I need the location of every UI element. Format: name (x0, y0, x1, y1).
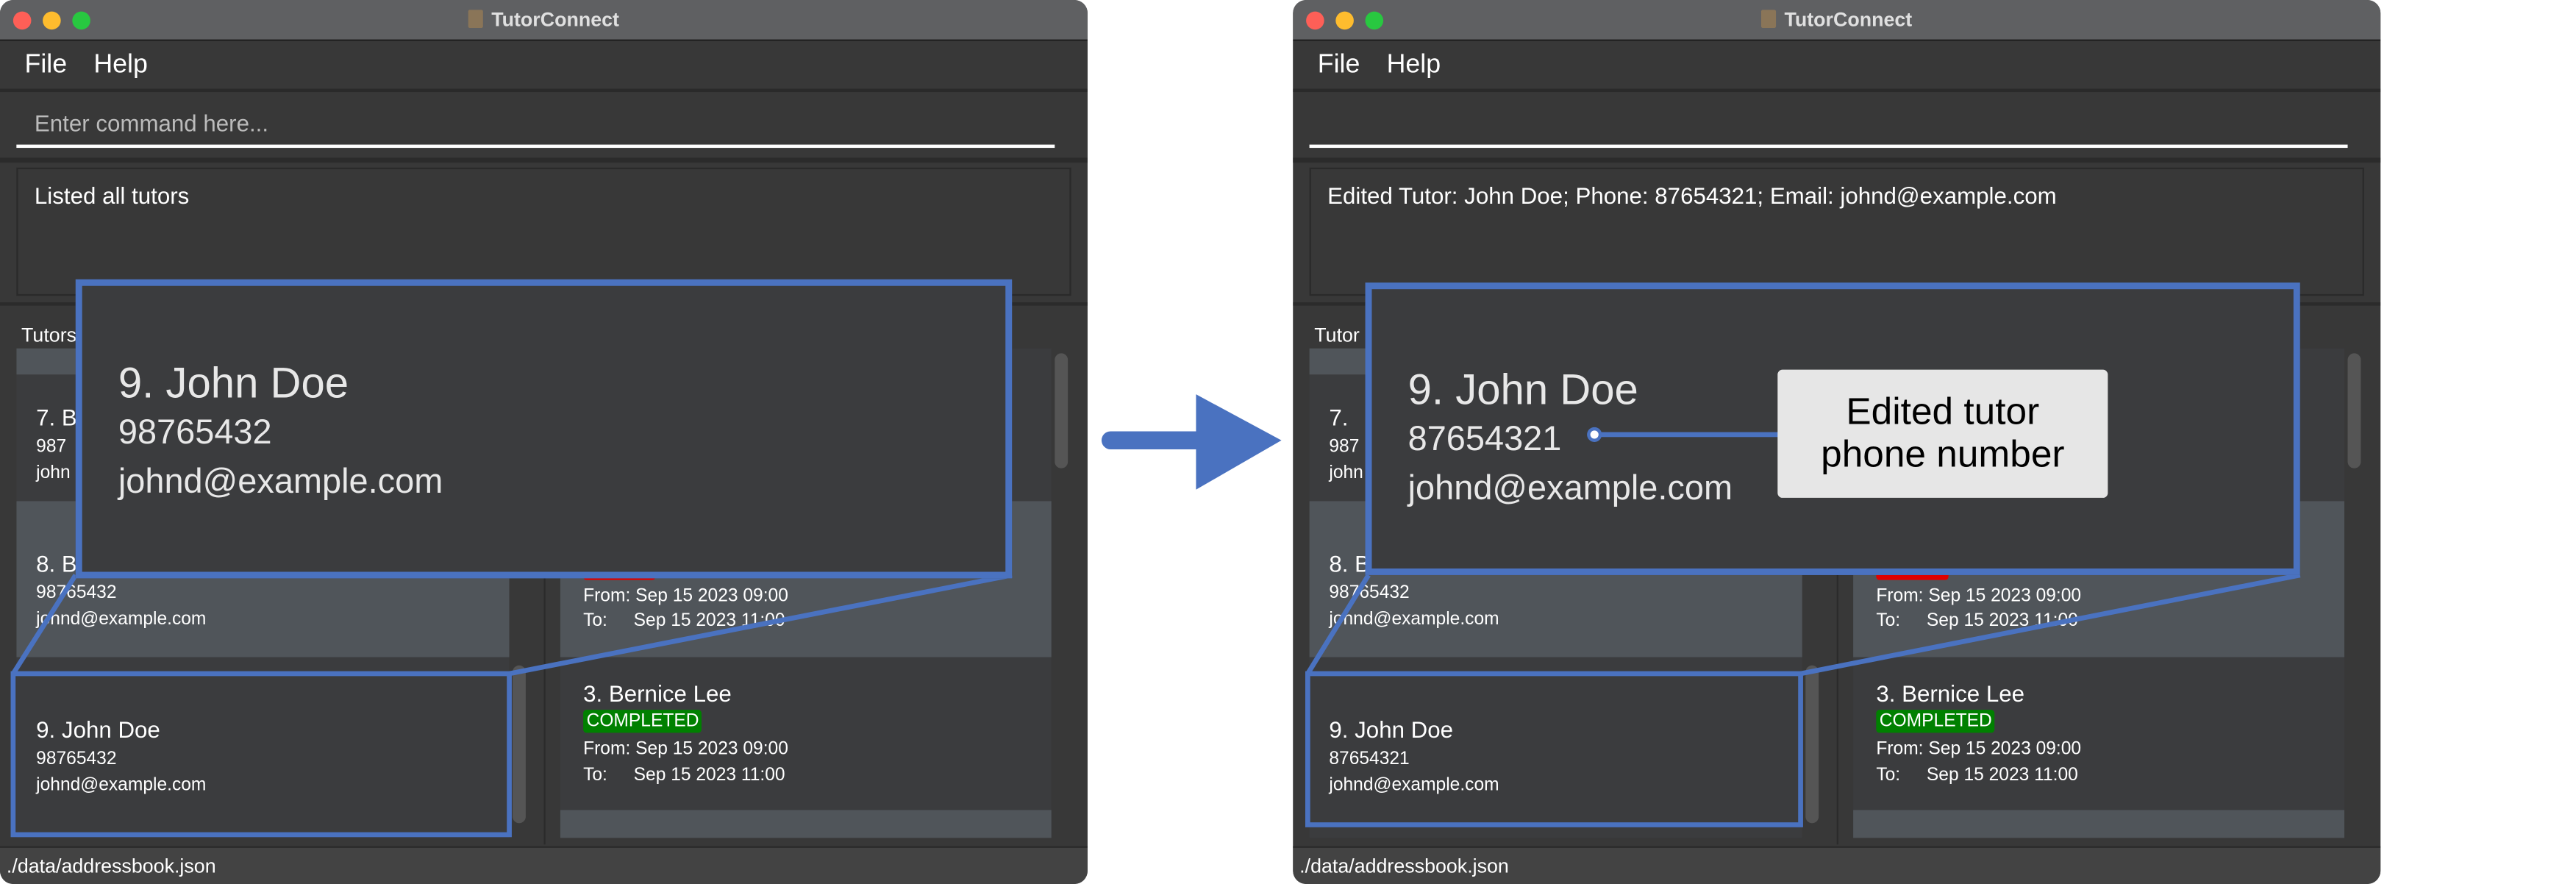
tutor-phone: 98765432 (36, 583, 117, 603)
result-text: Listed all tutors (34, 182, 190, 209)
status-badge-completed: COMPLETED (1876, 710, 1996, 733)
schedule-card[interactable]: 3. Bernice Lee COMPLETED From: Sep 15 20… (560, 657, 1052, 810)
tutor-name: 7. B (36, 404, 77, 431)
window-title-text: TutorConnect (1784, 8, 1913, 32)
schedule-from: From: Sep 15 2023 09:00 (583, 586, 788, 607)
annotation-dot (1587, 427, 1602, 442)
schedule-from: From: Sep 15 2023 09:00 (1876, 586, 2082, 607)
title-bar: TutorConnect (1293, 0, 2381, 41)
tutors-panel-label: Tutors (21, 324, 77, 347)
command-box (1293, 92, 2381, 163)
tutor-name: 7. (1329, 404, 1349, 431)
window-title: TutorConnect (1293, 8, 2380, 31)
schedule-card[interactable]: 3. Bernice Lee COMPLETED From: Sep 15 20… (1853, 657, 2345, 810)
tutor-card-selected[interactable]: 9. John Doe 98765432 johnd@example.com (16, 657, 510, 838)
zoom-tutor-email: johnd@example.com (1407, 469, 1733, 508)
tutor-name: 9. John Doe (36, 716, 160, 743)
schedule-to: To: Sep 15 2023 11:00 (1876, 766, 2078, 785)
tutor-phone: 98765432 (1329, 583, 1410, 603)
tutor-email: john (36, 463, 71, 483)
menu-bar: File Help (0, 40, 1088, 93)
window-title-text: TutorConnect (491, 8, 619, 32)
annotation-text: Edited tutor phone number (1821, 389, 2065, 475)
tutor-email: johnd@example.com (36, 775, 207, 796)
schedule-to: To: Sep 15 2023 11:00 (1876, 611, 2078, 631)
result-text: Edited Tutor: John Doe; Phone: 87654321;… (1327, 182, 2057, 209)
schedule-list-scrollbar[interactable] (1055, 353, 1068, 468)
schedule-tutor-name: 3. Bernice Lee (583, 680, 732, 707)
arrow-right-icon (1101, 394, 1282, 490)
tutor-phone: 87654321 (1329, 749, 1410, 769)
result-display: Listed all tutors (16, 167, 1071, 296)
tutor-email: johnd@example.com (1329, 775, 1499, 796)
zoom-tutor-phone: 98765432 (118, 413, 272, 452)
tutor-email: johnd@example.com (36, 609, 207, 630)
status-badge-completed: COMPLETED (583, 710, 703, 733)
command-box: Enter command here... (0, 92, 1088, 163)
schedule-from: From: Sep 15 2023 09:00 (1876, 739, 2082, 760)
zoom-tutor-phone: 87654321 (1407, 420, 1562, 459)
tutor-phone: 98765432 (36, 749, 117, 769)
window-title: TutorConnect (0, 8, 1088, 31)
tutor-phone: 987 (36, 437, 67, 457)
status-bar: ./data/addressbook.json (0, 846, 1088, 884)
menu-bar: File Help (1293, 40, 2381, 93)
zoom-tutor-name: 9. John Doe (118, 358, 349, 408)
tutor-list-scrollbar[interactable] (513, 665, 526, 824)
menu-file[interactable]: File (25, 51, 68, 80)
menu-help[interactable]: Help (93, 51, 148, 80)
schedule-tutor-name: 3. Bernice Lee (1876, 680, 2025, 707)
menu-help[interactable]: Help (1387, 51, 1441, 80)
schedule-card-partial (560, 810, 1052, 838)
status-bar-path: ./data/addressbook.json (6, 854, 216, 878)
result-display: Edited Tutor: John Doe; Phone: 87654321;… (1309, 167, 2364, 296)
annotation-connector (1595, 432, 1785, 438)
app-icon (1761, 10, 1777, 28)
annotation-label: Edited tutor phone number (1777, 369, 2108, 498)
status-bar-path: ./data/addressbook.json (1299, 854, 1509, 878)
command-input[interactable] (1309, 101, 2348, 149)
zoom-tutor-name: 9. John Doe (1407, 364, 1638, 414)
schedule-card-partial (1853, 810, 2345, 838)
app-icon (468, 10, 484, 28)
tutor-name: 9. John Doe (1329, 716, 1454, 743)
command-input[interactable] (16, 101, 1055, 149)
tutor-phone: 987 (1329, 437, 1360, 457)
schedule-list-scrollbar[interactable] (2347, 353, 2361, 468)
tutor-card-selected[interactable]: 9. John Doe 87654321 johnd@example.com (1309, 657, 1802, 838)
title-bar: TutorConnect (0, 0, 1088, 41)
tutor-list-scrollbar[interactable] (1805, 665, 1819, 824)
tutors-panel-label: Tutor (1314, 324, 1360, 347)
schedule-from: From: Sep 15 2023 09:00 (583, 739, 788, 760)
schedule-to: To: Sep 15 2023 11:00 (583, 766, 785, 785)
status-bar: ./data/addressbook.json (1293, 846, 2381, 884)
zoom-callout-before: 9. John Doe 98765432 johnd@example.com (75, 279, 1013, 579)
tutor-email: johnd@example.com (1329, 609, 1499, 630)
schedule-to: To: Sep 15 2023 11:00 (583, 611, 785, 631)
tutor-email: john (1329, 463, 1363, 483)
zoom-tutor-email: johnd@example.com (118, 463, 443, 502)
menu-file[interactable]: File (1318, 51, 1360, 80)
